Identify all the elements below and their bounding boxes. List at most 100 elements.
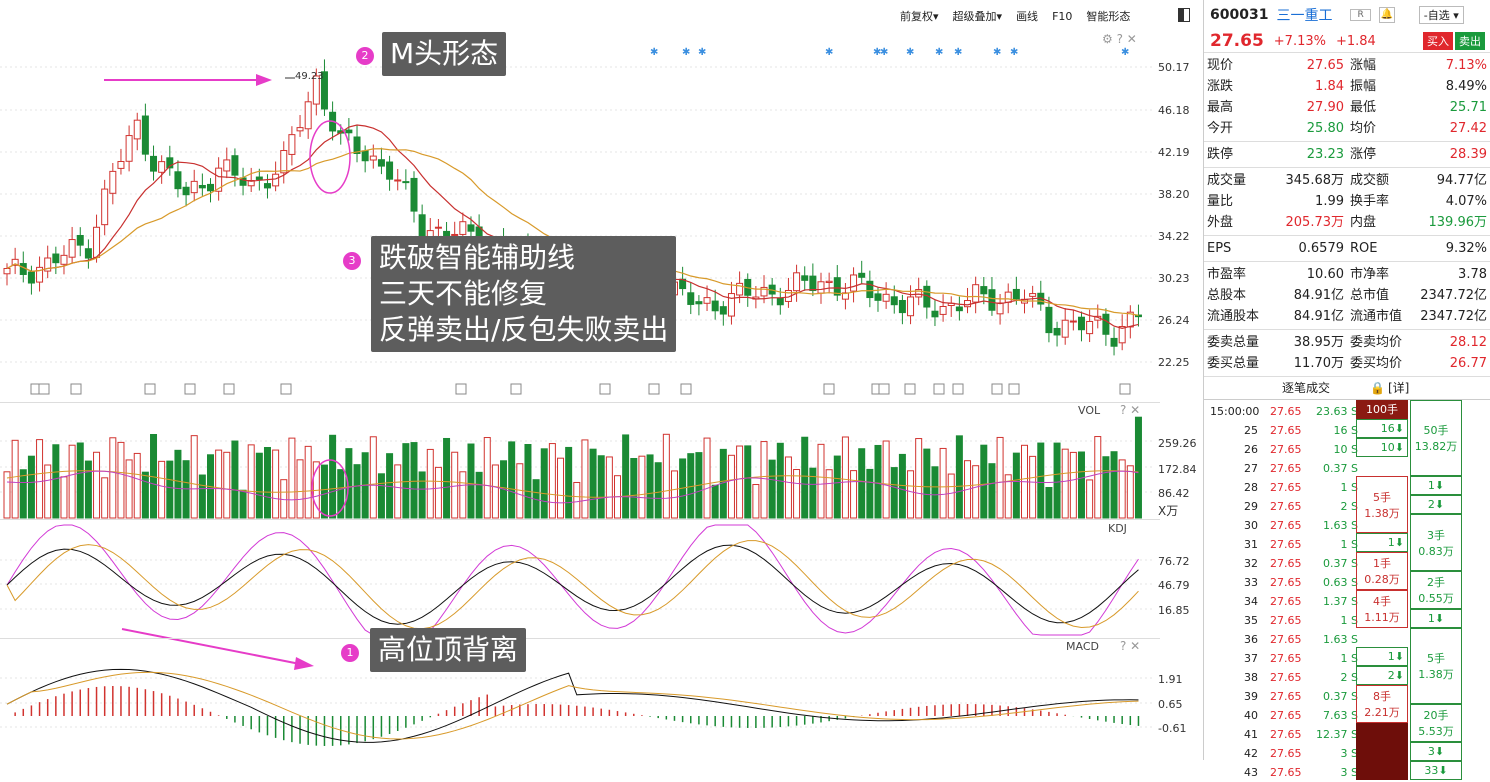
- candle-body: [93, 226, 101, 258]
- candle-body: [459, 221, 467, 235]
- candle-body: [931, 310, 939, 318]
- buy-button[interactable]: 买入: [1423, 32, 1453, 50]
- vol-tick: 259.26: [1158, 437, 1197, 450]
- quote-label: 最低: [1350, 100, 1377, 115]
- candle-body: [1029, 293, 1037, 297]
- toolbar-draw[interactable]: 画线: [1016, 8, 1038, 24]
- tick-volume: 1.63 S: [1323, 633, 1358, 646]
- tick-price: 27.65: [1270, 405, 1302, 418]
- toolbar-smart-pattern[interactable]: 智能形态: [1086, 8, 1130, 24]
- candle-body: [1086, 320, 1094, 335]
- tick-price: 27.65: [1270, 709, 1302, 722]
- candle-body: [1110, 337, 1118, 347]
- quote-cell: 委买总量 11.70万: [1204, 353, 1347, 374]
- quote-label: 总股本: [1207, 288, 1247, 303]
- stock-name[interactable]: 三一重工: [1276, 5, 1332, 25]
- quote-label: 市盈率: [1207, 267, 1247, 282]
- sell-button[interactable]: 卖出: [1455, 32, 1485, 50]
- quote-value: 28.39: [1449, 147, 1487, 162]
- toolbar-adjust[interactable]: 前复权▾: [900, 8, 939, 24]
- candle-body: [727, 293, 735, 317]
- tick-volume: 0.37 S: [1323, 690, 1358, 703]
- volume-bar: [548, 443, 556, 519]
- volume-bar: [3, 471, 11, 519]
- quote-cell: 成交额 94.77亿: [1347, 170, 1490, 191]
- vol-close-icon[interactable]: ? ✕: [1120, 403, 1140, 417]
- candle-body: [874, 293, 882, 301]
- quote-cell: 成交量 345.68万: [1204, 170, 1347, 191]
- candle-body: [793, 272, 801, 292]
- candle-body: [850, 274, 858, 292]
- volume-bar: [858, 448, 866, 519]
- volume-bar: [508, 441, 516, 519]
- volume-bar: [850, 470, 858, 519]
- volume-bar: [760, 441, 768, 519]
- quote-label: 流通股本: [1207, 309, 1260, 324]
- quote-cell: 涨停 28.39: [1347, 144, 1490, 165]
- quote-label: 市净率: [1350, 267, 1390, 282]
- candle-body: [402, 181, 410, 184]
- volume-bar: [915, 438, 923, 519]
- toolbar-f10[interactable]: F10: [1052, 10, 1072, 23]
- tick-block: 20手 5.53万: [1410, 704, 1462, 742]
- event-icon: [680, 383, 692, 395]
- tick-block-mark: 1⬇: [1356, 647, 1408, 666]
- tick-block-text: 2.21万: [1364, 706, 1400, 719]
- candle-body: [109, 170, 117, 194]
- panel-toggle-icon[interactable]: [1178, 8, 1190, 22]
- candle-body: [125, 135, 133, 162]
- bell-icon[interactable]: 🔔: [1378, 7, 1395, 23]
- event-icon: [648, 383, 660, 395]
- volume-bar: [329, 434, 337, 519]
- tick-block-text: 1手: [1373, 557, 1391, 570]
- macd-tick: 0.65: [1158, 698, 1183, 711]
- star-marker: ✱: [1010, 47, 1018, 58]
- volume-bar: [1077, 451, 1085, 519]
- tick-volume: 1 S: [1340, 481, 1358, 494]
- r-tag[interactable]: R: [1350, 9, 1371, 21]
- candle-body: [182, 186, 190, 196]
- chart-area[interactable]: ✱ ✱ ✱ ✱ ✱ ✱ ✱ ✱ ✱ ✱ ✱ ✱ 前复权▾ 超级叠加▾ 画线 F10 智能形态 50.1…: [0, 0, 1200, 760]
- event-icon: [1119, 383, 1131, 395]
- tick-block-fill: [1356, 761, 1408, 780]
- tick-block-text: 1⬇: [1427, 479, 1445, 492]
- quote-value: 10.60: [1306, 267, 1344, 282]
- quote-value: 25.80: [1306, 121, 1344, 136]
- quote-group: 市盈率 10.60 市净率 3.78 总股本 84.91亿 总市值 2347.72亿 流通股本 8…: [1204, 262, 1490, 330]
- stock-header: 600031 三一重工 R 🔔 -自选 ▾: [1204, 0, 1490, 30]
- tick-volume: 12.37 S: [1316, 728, 1358, 741]
- quote-cell: 总股本 84.91亿: [1204, 285, 1347, 306]
- star-marker: ✱: [880, 47, 888, 58]
- volume-bar: [833, 455, 841, 519]
- annotation-circle: [309, 120, 351, 194]
- volume-bar: [1069, 451, 1077, 519]
- tick-detail-link[interactable]: [详]: [1388, 377, 1409, 399]
- toolbar-overlay[interactable]: 超级叠加▾: [953, 8, 1003, 24]
- price-tick: 34.22: [1158, 230, 1190, 243]
- candle-body: [394, 179, 402, 182]
- quote-row: 委买总量 11.70万 委买均价 26.77: [1204, 353, 1490, 374]
- settings-icon[interactable]: ⚙ ? ✕: [1102, 32, 1137, 46]
- volume-bar: [907, 470, 915, 519]
- volume-bar: [68, 444, 76, 519]
- volume-bar: [467, 443, 475, 519]
- change-abs: +1.84: [1335, 33, 1376, 49]
- candle-body: [1012, 288, 1020, 300]
- quote-cell: 涨幅 7.13%: [1347, 55, 1490, 76]
- tick-time: 36: [1244, 633, 1258, 646]
- tick-volume: 7.63 S: [1323, 709, 1358, 722]
- quote-row: 最高 27.90 最低 25.71: [1204, 97, 1490, 118]
- candle-body: [434, 226, 442, 229]
- panel-divider: [0, 519, 1160, 520]
- callout-break-support: 跌破智能辅助线 三天不能修复 反弹卖出/反包失败卖出: [371, 236, 677, 352]
- candlestick-chart[interactable]: ✱ ✱ ✱ ✱ ✱✱ ✱ ✱ ✱ ✱ ✱ ✱: [0, 0, 1200, 760]
- volume-bar: [540, 448, 548, 519]
- watchlist-dropdown[interactable]: -自选 ▾: [1418, 6, 1464, 24]
- candle-body: [809, 275, 817, 292]
- quote-value: 1.84: [1315, 79, 1344, 94]
- watchlist-label: -自选: [1423, 9, 1450, 22]
- quote-cell: 换手率 4.07%: [1347, 191, 1490, 212]
- candle-body: [980, 286, 988, 295]
- candle-body: [272, 173, 280, 187]
- macd-close-icon[interactable]: ? ✕: [1120, 639, 1140, 653]
